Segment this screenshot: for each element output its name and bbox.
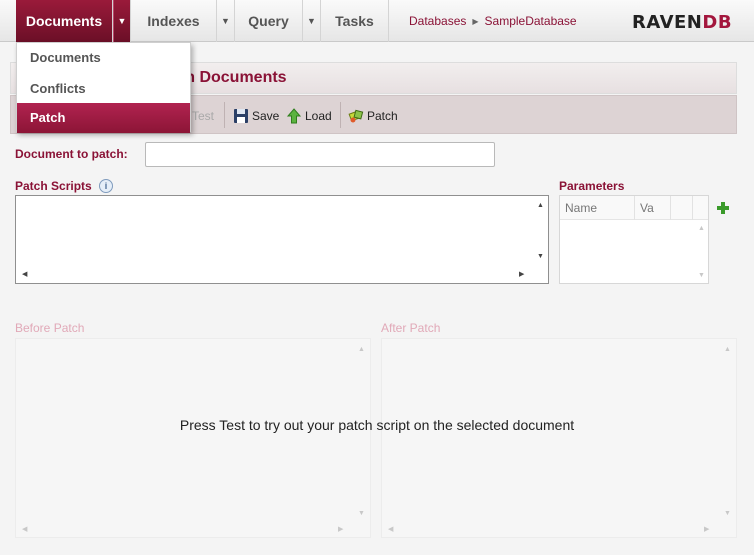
- save-button[interactable]: Save: [233, 96, 279, 135]
- nav-indexes-dropdown[interactable]: ▼: [217, 0, 235, 42]
- scroll-up-icon[interactable]: ▲: [358, 346, 365, 353]
- nav-indexes[interactable]: Indexes: [131, 0, 217, 42]
- breadcrumb-database[interactable]: SampleDatabase: [485, 14, 577, 28]
- scroll-down-icon[interactable]: ▼: [537, 253, 544, 260]
- scroll-left-icon[interactable]: ◀: [388, 525, 393, 533]
- nav-tasks[interactable]: Tasks: [321, 0, 389, 42]
- scroll-right-icon[interactable]: ▶: [338, 525, 343, 533]
- chevron-down-icon: ▼: [307, 16, 316, 26]
- column-divider: [670, 196, 671, 220]
- column-divider: [634, 196, 635, 220]
- scroll-right-icon[interactable]: ▶: [704, 525, 709, 533]
- nav-query[interactable]: Query: [235, 0, 303, 42]
- breadcrumb-databases[interactable]: Databases: [409, 14, 466, 28]
- test-button[interactable]: Test: [192, 96, 214, 135]
- patch-label: Patch: [367, 108, 398, 123]
- patch-hint-message: Press Test to try out your patch script …: [179, 417, 575, 433]
- scroll-right-icon[interactable]: ▶: [519, 270, 524, 278]
- scroll-up-icon[interactable]: ▲: [698, 225, 705, 232]
- add-parameter-icon[interactable]: [716, 201, 730, 215]
- before-patch-label: Before Patch: [15, 321, 85, 335]
- scroll-down-icon[interactable]: ▼: [698, 272, 705, 279]
- load-button[interactable]: Load: [286, 96, 332, 135]
- info-icon[interactable]: i: [99, 179, 113, 193]
- patch-icon: [348, 109, 364, 122]
- toolbar-divider: [340, 102, 341, 128]
- document-to-patch-label: Document to patch:: [15, 147, 128, 161]
- patch-script-editor[interactable]: ▲ ▼ ◀ ▶: [15, 195, 549, 284]
- menu-item-conflicts[interactable]: Conflicts: [17, 74, 190, 104]
- patch-button[interactable]: Patch: [348, 96, 398, 135]
- breadcrumb: Databases ▶ SampleDatabase: [409, 0, 577, 42]
- column-header-name[interactable]: Name: [565, 201, 597, 215]
- column-header-value[interactable]: Va: [640, 201, 654, 215]
- documents-dropdown-menu: Documents Conflicts Patch: [16, 42, 191, 133]
- arrow-up-icon: [286, 107, 302, 123]
- chevron-right-icon: ▶: [472, 16, 479, 26]
- nav-query-dropdown[interactable]: ▼: [303, 0, 321, 42]
- nav-documents[interactable]: Documents: [16, 0, 113, 42]
- chevron-down-icon: ▼: [221, 16, 230, 26]
- test-label: Test: [192, 108, 215, 123]
- parameters-label: Parameters: [559, 179, 625, 193]
- save-label: Save: [252, 108, 280, 123]
- before-patch-panel[interactable]: ▲ ▼ ◀ ▶: [15, 338, 371, 538]
- scroll-down-icon[interactable]: ▼: [358, 510, 365, 517]
- toolbar-divider: [224, 102, 225, 128]
- menu-item-patch[interactable]: Patch: [17, 103, 190, 133]
- document-to-patch-input[interactable]: [145, 142, 495, 167]
- parameters-grid[interactable]: Name Va ▲ ▼: [559, 195, 709, 284]
- scroll-left-icon[interactable]: ◀: [22, 270, 27, 278]
- scroll-up-icon[interactable]: ▲: [537, 202, 544, 209]
- scroll-up-icon[interactable]: ▲: [724, 346, 731, 353]
- after-patch-label: After Patch: [381, 321, 441, 335]
- save-icon: [234, 108, 248, 123]
- ravendb-logo: RAVENDB: [632, 12, 733, 33]
- patch-scripts-label: Patch Scripts: [15, 179, 92, 193]
- scroll-down-icon[interactable]: ▼: [724, 510, 731, 517]
- after-patch-panel[interactable]: ▲ ▼ ◀ ▶: [381, 338, 737, 538]
- column-divider: [692, 196, 693, 220]
- parameters-grid-header: Name Va: [560, 196, 708, 220]
- scroll-left-icon[interactable]: ◀: [22, 525, 27, 533]
- nav-documents-dropdown[interactable]: ▼: [113, 0, 131, 42]
- load-label: Load: [305, 108, 332, 123]
- chevron-down-icon: ▼: [117, 16, 127, 26]
- menu-item-documents[interactable]: Documents: [17, 43, 190, 73]
- top-navigation-bar: Documents ▼ Indexes ▼ Query ▼ Tasks Data…: [0, 0, 754, 42]
